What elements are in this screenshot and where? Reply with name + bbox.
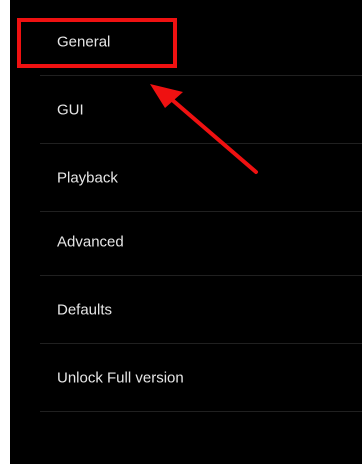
menu-item-label: Unlock Full version bbox=[57, 369, 184, 387]
menu-item-unlock-full-version[interactable]: Unlock Full version bbox=[10, 344, 362, 412]
annotation-highlight-box bbox=[17, 18, 177, 68]
menu-item-label: Defaults bbox=[57, 301, 113, 319]
menu-item-label: GUI bbox=[57, 101, 84, 119]
menu-item-gui[interactable]: GUI bbox=[10, 76, 362, 144]
menu-item-label: Advanced bbox=[57, 233, 124, 251]
menu-divider bbox=[40, 411, 362, 412]
menu-item-advanced[interactable]: Advanced bbox=[10, 208, 362, 276]
menu-item-defaults[interactable]: Defaults bbox=[10, 276, 362, 344]
settings-menu: General GUI Playback Advanced Defaults U… bbox=[10, 0, 362, 464]
menu-item-playback[interactable]: Playback bbox=[10, 144, 362, 212]
left-edge-strip bbox=[0, 0, 10, 464]
menu-item-label: Playback bbox=[57, 169, 118, 187]
